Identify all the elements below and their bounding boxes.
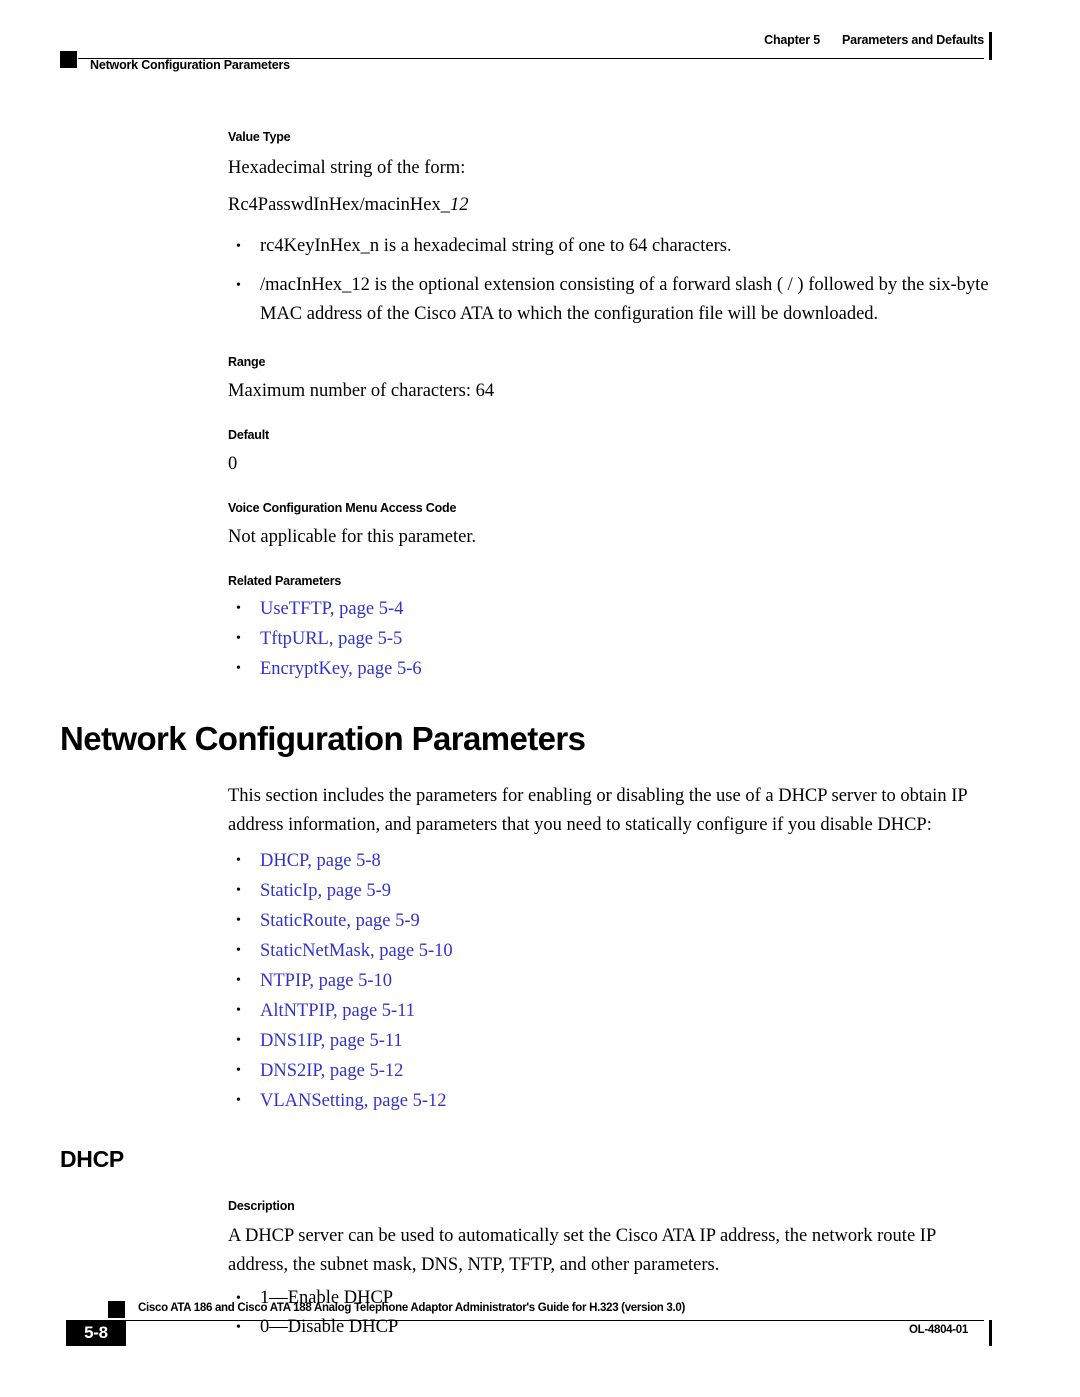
cross-reference-link[interactable]: DNS1IP, page 5-11 bbox=[260, 1031, 403, 1051]
cross-reference-link[interactable]: DNS2IP, page 5-12 bbox=[260, 1061, 403, 1081]
page-footer: Cisco ATA 186 and Cisco ATA 188 Analog T… bbox=[0, 1300, 1080, 1380]
range-block: Range Maximum number of characters: 64 bbox=[0, 355, 1080, 406]
list-item: • StaticNetMask, page 5-10 bbox=[228, 936, 1012, 966]
bullet-icon: • bbox=[236, 278, 241, 293]
range-heading: Range bbox=[228, 355, 266, 369]
value-type-heading: Value Type bbox=[228, 130, 291, 144]
list-item: • DNS2IP, page 5-12 bbox=[228, 1056, 1012, 1086]
cross-reference-link[interactable]: NTPIP, page 5-10 bbox=[260, 971, 392, 991]
bullet-icon: • bbox=[236, 631, 241, 646]
network-section-intro: This section includes the parameters for… bbox=[228, 786, 967, 835]
cross-reference-link[interactable]: TftpURL, page 5-5 bbox=[260, 629, 402, 649]
network-section-link-list: • DHCP, page 5-8 • StaticIp, page 5-9 • Sta… bbox=[228, 846, 1080, 1116]
bullet-icon: • bbox=[236, 913, 241, 928]
range-text: Maximum number of characters: 64 bbox=[228, 381, 495, 401]
list-item: • /macInHex_12 is the optional extension … bbox=[228, 271, 1012, 329]
bullet-icon: • bbox=[236, 1063, 241, 1078]
cross-reference-link[interactable]: UseTFTP, page 5-4 bbox=[260, 599, 403, 619]
bullet-icon: • bbox=[236, 853, 241, 868]
related-parameters-block: Related Parameters • UseTFTP, page 5-4 • T… bbox=[0, 574, 1080, 684]
list-item: • DNS1IP, page 5-11 bbox=[228, 1026, 1012, 1056]
bullet-icon: • bbox=[236, 661, 241, 676]
footer-end-tick bbox=[989, 1320, 992, 1346]
list-item: • NTPIP, page 5-10 bbox=[228, 966, 1012, 996]
header-chapter-title: Parameters and Defaults bbox=[842, 33, 984, 47]
value-type-line2: Rc4PasswdInHex/macinHex_12 bbox=[228, 191, 988, 220]
header-chapter-info: Chapter 5 Parameters and Defaults bbox=[764, 33, 984, 47]
value-type-line1: Hexadecimal string of the form: bbox=[228, 158, 466, 178]
bullet-icon: • bbox=[236, 601, 241, 616]
list-item-text: rc4KeyInHex_n is a hexadecimal string of… bbox=[260, 236, 732, 256]
voice-menu-heading: Voice Configuration Menu Access Code bbox=[228, 501, 457, 515]
related-parameters-list: • UseTFTP, page 5-4 • TftpURL, page 5-5 • E… bbox=[228, 594, 1080, 684]
list-item: • VLANSetting, page 5-12 bbox=[228, 1086, 1012, 1116]
dhcp-description-heading: Description bbox=[228, 1199, 295, 1213]
list-item: • StaticIp, page 5-9 bbox=[228, 876, 1012, 906]
header-chapter-label: Chapter 5 bbox=[764, 33, 820, 47]
related-parameters-heading: Related Parameters bbox=[228, 574, 342, 588]
bullet-icon: • bbox=[236, 1033, 241, 1048]
cross-reference-link[interactable]: EncryptKey, page 5-6 bbox=[260, 659, 422, 679]
value-type-bullet-list: • rc4KeyInHex_n is a hexadecimal string o… bbox=[228, 232, 1080, 329]
bullet-icon: • bbox=[236, 883, 241, 898]
cross-reference-link[interactable]: AltNTPIP, page 5-11 bbox=[260, 1001, 415, 1021]
document-page: Chapter 5 Parameters and Defaults Network… bbox=[0, 0, 1080, 1397]
value-type-line2-plain: Rc4PasswdInHex/macinHex bbox=[228, 195, 441, 215]
default-heading: Default bbox=[228, 428, 269, 442]
value-type-line2-italic: _12 bbox=[440, 195, 469, 215]
cross-reference-link[interactable]: DHCP, page 5-8 bbox=[260, 851, 381, 871]
footer-page-number: 5-8 bbox=[84, 1323, 108, 1342]
header-marker-square-icon bbox=[60, 51, 77, 68]
bullet-icon: • bbox=[236, 1003, 241, 1018]
list-item: • rc4KeyInHex_n is a hexadecimal string o… bbox=[228, 232, 1012, 261]
list-item: • AltNTPIP, page 5-11 bbox=[228, 996, 1012, 1026]
value-type-block: Value Type Hexadecimal string of the for… bbox=[0, 130, 1080, 329]
list-item: • EncryptKey, page 5-6 bbox=[228, 654, 1012, 684]
cross-reference-link[interactable]: StaticRoute, page 5-9 bbox=[260, 911, 420, 931]
list-item-text: /macInHex_12 is the optional extension c… bbox=[260, 275, 989, 324]
list-item: • DHCP, page 5-8 bbox=[228, 846, 1012, 876]
network-section-block: Network Configuration Parameters This se… bbox=[0, 720, 1080, 1116]
bullet-icon: • bbox=[236, 1093, 241, 1108]
voice-menu-block: Voice Configuration Menu Access Code Not… bbox=[0, 501, 1080, 552]
bullet-icon: • bbox=[236, 943, 241, 958]
default-value: 0 bbox=[228, 454, 238, 474]
header-running-head: Network Configuration Parameters bbox=[90, 58, 290, 72]
footer-marker-square-icon bbox=[108, 1301, 125, 1318]
dhcp-section-title: DHCP bbox=[60, 1146, 124, 1172]
cross-reference-link[interactable]: StaticNetMask, page 5-10 bbox=[260, 941, 453, 961]
cross-reference-link[interactable]: VLANSetting, page 5-12 bbox=[260, 1091, 447, 1111]
dhcp-description-text: A DHCP server can be used to automatical… bbox=[228, 1226, 936, 1275]
bullet-icon: • bbox=[236, 239, 241, 254]
header-end-tick bbox=[989, 32, 992, 60]
footer-guide-title: Cisco ATA 186 and Cisco ATA 188 Analog T… bbox=[138, 1302, 686, 1314]
footer-doc-number: OL-4804-01 bbox=[908, 1324, 968, 1336]
page-content: Value Type Hexadecimal string of the for… bbox=[0, 130, 1080, 1342]
list-item: • UseTFTP, page 5-4 bbox=[228, 594, 1012, 624]
cross-reference-link[interactable]: StaticIp, page 5-9 bbox=[260, 881, 391, 901]
bullet-icon: • bbox=[236, 973, 241, 988]
page-title: Network Configuration Parameters bbox=[60, 720, 586, 757]
list-item: • StaticRoute, page 5-9 bbox=[228, 906, 1012, 936]
page-header: Chapter 5 Parameters and Defaults Network… bbox=[0, 0, 1080, 90]
list-item: • TftpURL, page 5-5 bbox=[228, 624, 1012, 654]
default-block: Default 0 bbox=[0, 428, 1080, 479]
footer-rule bbox=[108, 1320, 984, 1321]
voice-menu-text: Not applicable for this parameter. bbox=[228, 527, 477, 547]
